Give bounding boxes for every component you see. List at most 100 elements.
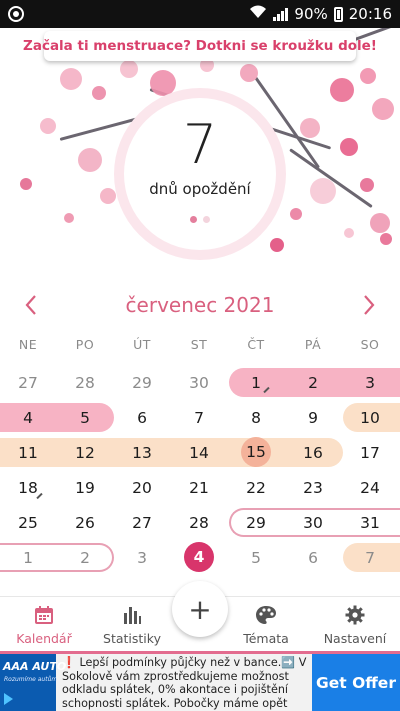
previous-month-button[interactable] [16,290,46,320]
weekday-label: NE [18,337,38,352]
calendar-day[interactable]: 5 [236,543,276,572]
calendar-day[interactable]: 1 [8,543,48,572]
calendar-day[interactable]: 30 [179,368,219,397]
calendar-day[interactable]: 29 [122,368,162,397]
ovulation-marker: 15 [241,436,271,467]
calendar-day[interactable]: 27 [8,368,48,397]
calendar-day[interactable]: 2 [65,543,105,572]
add-entry-button[interactable]: + [172,581,228,637]
calendar-day[interactable]: 6 [293,543,333,572]
battery-icon [333,6,343,22]
nav-themes[interactable]: Témata [226,597,306,653]
calendar-day[interactable]: 30 [293,508,333,537]
page-dot [203,216,210,223]
chevron-left-icon [25,295,36,315]
delay-circle[interactable]: 7 dnů opoždění [124,98,276,250]
calendar-day[interactable]: 20 [122,473,162,502]
calendar-day[interactable]: 24 [350,473,390,502]
calendar-day[interactable]: 17 [350,438,390,467]
calendar-day[interactable]: 4 [8,403,48,432]
nav-statistics[interactable]: Statistiky [92,597,172,653]
delay-ring[interactable]: 7 dnů opoždění [114,88,286,260]
calendar-day[interactable]: 28 [179,508,219,537]
palette-icon [255,604,277,626]
calendar-day[interactable]: 3 [122,543,162,572]
clock: 20:16 [348,5,392,23]
app-screen: 90% 20:16 Začala ti menstruace? Dotkni s… [0,0,400,711]
play-icon [4,693,13,705]
calendar-day[interactable]: 26 [65,508,105,537]
today-day[interactable]: 4 [179,541,219,572]
day-number: 1 [251,373,261,392]
weekday-label: PO [75,337,95,352]
calendar-day[interactable]: 11 [8,438,48,467]
nav-label: Témata [243,631,289,646]
calendar-day[interactable]: 1 [236,368,276,397]
calendar-day[interactable]: 29 [236,508,276,537]
today-marker: 4 [184,541,214,572]
calendar-day[interactable]: 12 [65,438,105,467]
next-month-button[interactable] [354,290,384,320]
status-bar: 90% 20:16 [0,0,400,28]
ad-logo[interactable]: AAA AUTO Rozumíme autům [0,654,66,711]
calendar-day[interactable]: 14 [179,438,219,467]
page-dot-active [190,216,197,223]
weekday-label: SO [360,337,380,352]
calendar-day[interactable]: 6 [122,403,162,432]
nav-label: Nastavení [323,631,387,646]
calendar-day[interactable]: 19 [65,473,105,502]
calendar-day[interactable]: 8 [236,403,276,432]
nav-label: Statistiky [103,631,161,646]
nav-label: Kalendář [16,631,72,646]
weekday-label: ST [190,337,208,352]
calendar-day[interactable]: 23 [293,473,333,502]
calendar-day[interactable]: 18 [8,473,48,502]
calendar-day[interactable]: 2 [293,368,333,397]
gear-icon [345,604,365,626]
calendar-day[interactable]: 16 [293,438,333,467]
delay-days-label: dnů opoždění [149,180,251,198]
month-header: červenec 2021 [0,288,400,322]
ad-banner[interactable]: AAA AUTO Rozumíme autům ❗ Lepší podmínky… [0,654,400,711]
fertile-band [0,438,343,467]
delay-days-number: 7 [182,113,218,176]
battery-percent: 90% [294,5,328,23]
hero-header: Začala ti menstruace? Dotkni se kroužku … [0,28,400,290]
calendar-day[interactable]: 7 [350,543,390,572]
day-number: 18 [18,478,38,497]
bar-chart-icon [122,604,142,626]
calendar-day[interactable]: 3 [350,368,390,397]
weekday-header-row: NE PO ÚT ST ČT PÁ SO [0,337,400,357]
signal-icon [273,7,289,21]
calendar-day[interactable]: 7 [179,403,219,432]
chevron-right-icon [364,295,375,315]
calendar-day[interactable]: 10 [350,403,390,432]
ad-text[interactable]: ❗ Lepší podmínky půjčky než v bance.➡️ V… [62,656,308,710]
period-prompt-banner[interactable]: Začala ti menstruace? Dotkni se kroužku … [23,31,377,61]
calendar-icon [34,604,54,626]
nav-calendar[interactable]: Kalendář [4,597,84,653]
ad-logo-text: AAA AUTO [3,660,67,673]
calendar-day[interactable]: 21 [179,473,219,502]
page-indicator [190,216,210,223]
weekday-label: ÚT [133,337,151,352]
calendar-day[interactable]: 22 [236,473,276,502]
calendar-day[interactable]: 27 [122,508,162,537]
calendar-day[interactable]: 28 [65,368,105,397]
ovulation-day[interactable]: 15 [236,436,276,467]
wifi-icon [249,5,267,23]
calendar-day[interactable]: 25 [8,508,48,537]
month-title: červenec 2021 [125,293,275,317]
calendar-day[interactable]: 13 [122,438,162,467]
calendar-day[interactable]: 9 [293,403,333,432]
nav-settings[interactable]: Nastavení [315,597,395,653]
note-mark-icon [263,386,270,394]
calendar-grid: 27 28 29 30 1 2 3 4 5 6 7 8 9 10 11 12 1… [0,366,400,586]
calendar-day[interactable]: 31 [350,508,390,537]
opera-icon [8,6,24,22]
ad-logo-tagline: Rozumíme autům [4,676,58,683]
weekday-label: PÁ [304,337,322,352]
calendar-day[interactable]: 5 [65,403,105,432]
get-offer-button[interactable]: Get Offer [312,654,400,711]
weekday-label: ČT [247,337,265,352]
